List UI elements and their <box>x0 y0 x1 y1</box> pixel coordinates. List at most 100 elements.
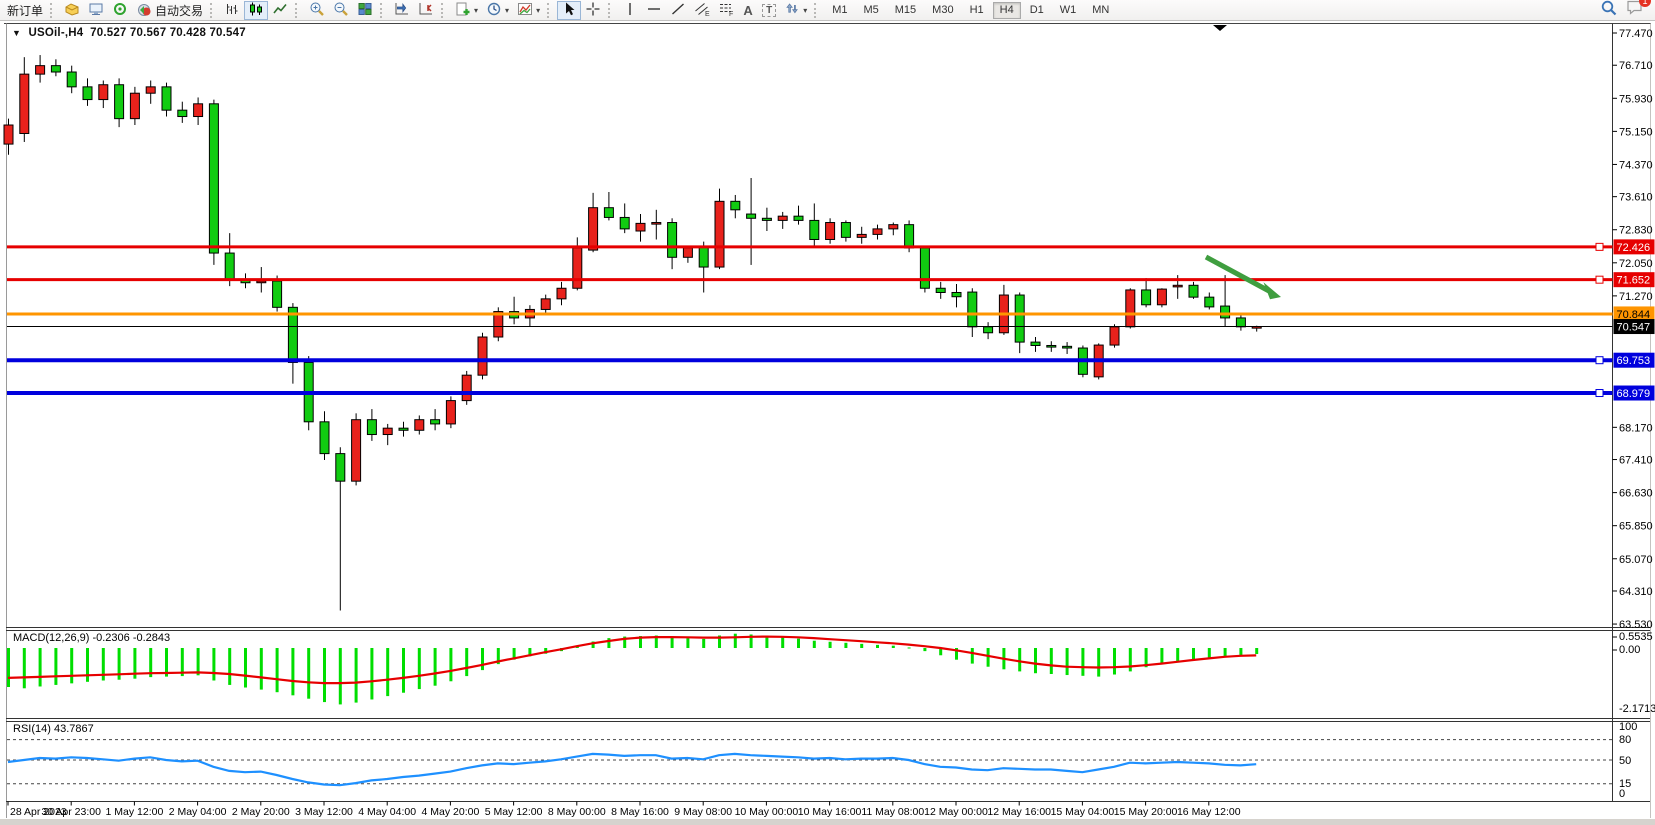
line-chart-button[interactable] <box>268 1 292 20</box>
macd-bar <box>23 648 26 688</box>
tf-M15[interactable]: M15 <box>888 2 923 19</box>
arrows-button[interactable]: ▾ <box>780 1 811 20</box>
time-label: 12 May 00:00 <box>924 806 988 818</box>
tf-H1[interactable]: H1 <box>963 2 991 19</box>
svg-text:67.410: 67.410 <box>1619 455 1653 467</box>
search-icon[interactable] <box>1600 0 1618 22</box>
fibonacci-button[interactable]: F <box>714 1 738 20</box>
macd-bar <box>339 648 342 704</box>
candle-body <box>747 214 756 218</box>
macd-bar <box>465 648 468 676</box>
macd-bar <box>797 639 800 648</box>
svg-text:74.370: 74.370 <box>1619 159 1653 171</box>
toolbar-grip <box>608 3 614 18</box>
candle-body <box>905 225 914 248</box>
svg-text:-2.1713: -2.1713 <box>1619 703 1655 715</box>
text-label-icon: T <box>762 4 776 17</box>
tile-windows-button[interactable] <box>353 1 377 20</box>
candle-body <box>920 248 929 288</box>
templates-icon <box>517 1 533 20</box>
navigator-button[interactable] <box>108 1 132 20</box>
candle-body <box>652 223 661 225</box>
macd-bar <box>844 643 847 648</box>
tf-M30[interactable]: M30 <box>925 2 960 19</box>
macd-bar <box>702 639 705 648</box>
time-label: 15 May 04:00 <box>1051 806 1115 818</box>
macd-bar <box>860 644 863 648</box>
tf-M1[interactable]: M1 <box>825 2 854 19</box>
macd-bar <box>355 648 358 703</box>
candle-body <box>415 420 424 431</box>
candle-body <box>162 87 171 110</box>
auto-scroll-button[interactable] <box>390 1 414 20</box>
equidistant-channel-button[interactable]: E <box>690 1 714 20</box>
horizontal-line-button[interactable] <box>642 1 666 20</box>
templates-button[interactable]: ▾ <box>513 1 544 20</box>
trendline-button[interactable] <box>666 1 690 20</box>
line-handle[interactable] <box>1596 243 1603 250</box>
macd-bar <box>323 648 326 702</box>
cursor-button[interactable] <box>557 1 581 20</box>
candle-body <box>225 253 234 280</box>
dropdown-arrow-icon: ▾ <box>505 6 509 15</box>
macd-bar <box>781 637 784 648</box>
macd-bar <box>228 648 231 685</box>
candle-body <box>146 87 155 93</box>
candle-body <box>1173 285 1182 287</box>
bar-chart-button[interactable] <box>220 1 244 20</box>
vertical-line-button[interactable] <box>618 1 642 20</box>
candle-body <box>1126 290 1135 327</box>
line-handle[interactable] <box>1596 390 1603 397</box>
candle-body <box>383 428 392 434</box>
candle-body <box>778 216 787 220</box>
candle-body <box>367 420 376 435</box>
tf-D1[interactable]: D1 <box>1023 2 1051 19</box>
zoom-out-button[interactable] <box>329 1 353 20</box>
time-label: 4 May 20:00 <box>422 806 480 818</box>
vertical-line-icon <box>622 1 638 20</box>
navigator-icon <box>112 1 128 20</box>
zoom-in-button[interactable] <box>305 1 329 20</box>
chart-title: ▼ USOil-,H4 70.527 70.567 70.428 70.547 <box>12 27 246 39</box>
candle-body <box>984 327 993 333</box>
tf-MN[interactable]: MN <box>1085 2 1116 19</box>
candle-body <box>1157 289 1166 305</box>
candlestick-chart-button[interactable] <box>244 1 268 20</box>
candle-body <box>841 223 850 238</box>
time-label: 8 May 00:00 <box>548 806 606 818</box>
chart-canvas[interactable]: 77.47076.71075.93075.15074.37073.61072.8… <box>0 0 1655 825</box>
notifications-button[interactable]: 1 <box>1626 0 1645 21</box>
new-chart-button[interactable]: ▾ <box>451 1 482 20</box>
line-handle[interactable] <box>1596 357 1603 364</box>
macd-bar <box>1239 648 1242 656</box>
crosshair-button[interactable] <box>581 1 605 20</box>
autotrading-button[interactable]: 自动交易 <box>132 1 207 20</box>
line-handle[interactable] <box>1596 276 1603 283</box>
autotrading-icon <box>136 1 152 20</box>
line-chart-icon <box>272 1 288 20</box>
profiles-button[interactable] <box>60 1 84 20</box>
svg-text:0.5535: 0.5535 <box>1619 631 1653 643</box>
text-button[interactable]: A <box>738 1 758 20</box>
rsi-label: RSI(14) 43.7867 <box>13 723 94 735</box>
candle-body <box>1236 318 1245 327</box>
time-label: 2 May 04:00 <box>169 806 227 818</box>
new-order-button[interactable]: 新订单 <box>3 1 47 20</box>
arrows-icon <box>784 1 800 20</box>
tf-M5[interactable]: M5 <box>856 2 885 19</box>
timeframe-toolbar: M1M5M15M30H1H4D1W1MN <box>824 2 1117 19</box>
svg-text:100: 100 <box>1619 721 1637 733</box>
svg-text:68.979: 68.979 <box>1617 388 1651 400</box>
tf-W1[interactable]: W1 <box>1053 2 1084 19</box>
tf-H4[interactable]: H4 <box>993 2 1021 19</box>
crosshair-icon <box>585 1 601 20</box>
chart-shift-button[interactable] <box>414 1 438 20</box>
market-watch-button[interactable] <box>84 1 108 20</box>
svg-text:70.547: 70.547 <box>1617 322 1651 334</box>
periodicity-button[interactable]: ▾ <box>482 1 513 20</box>
toolbar-grip <box>50 3 56 18</box>
collapse-icon[interactable]: ▼ <box>12 28 21 38</box>
macd-bar <box>607 638 610 648</box>
text-label-button[interactable]: T <box>758 1 780 20</box>
candle-body <box>83 87 92 100</box>
